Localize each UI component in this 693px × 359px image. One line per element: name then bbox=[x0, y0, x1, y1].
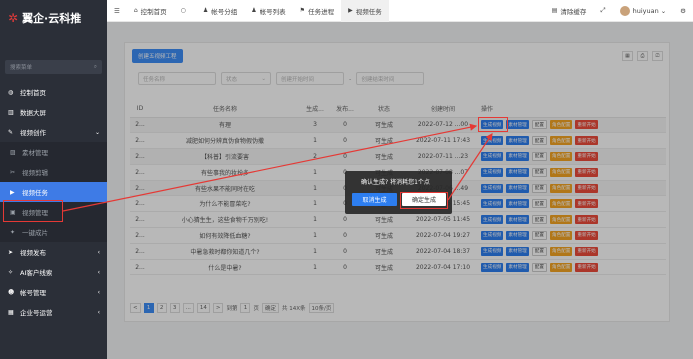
annotation-arrows bbox=[62, 123, 493, 212]
arrow-sidebar-to-generate bbox=[62, 123, 478, 212]
arrow-confirm-to-generate bbox=[447, 133, 493, 201]
